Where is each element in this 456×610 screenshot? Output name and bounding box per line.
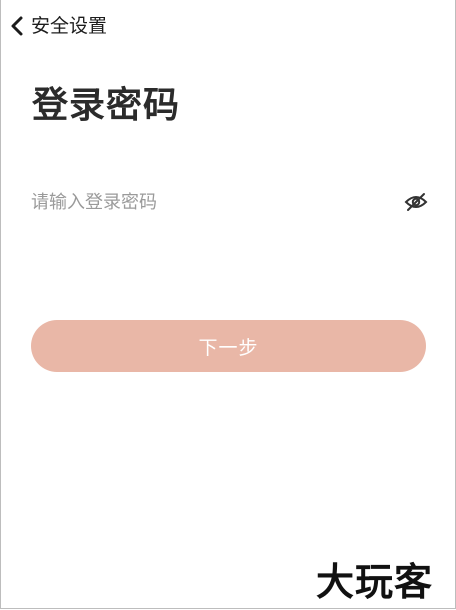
password-visibility-toggle[interactable] [402,189,430,215]
watermark-logo: 大玩客 [316,560,434,604]
page-title: 登录密码 [32,85,181,126]
password-input[interactable] [31,184,391,220]
eye-hidden-icon [402,189,430,215]
nav-title[interactable]: 安全设置 [31,13,107,39]
chevron-left-icon [6,12,32,40]
navigation-bar: 安全设置 [0,0,456,52]
back-button[interactable] [6,12,32,40]
next-step-button[interactable]: 下一步 [31,320,426,372]
